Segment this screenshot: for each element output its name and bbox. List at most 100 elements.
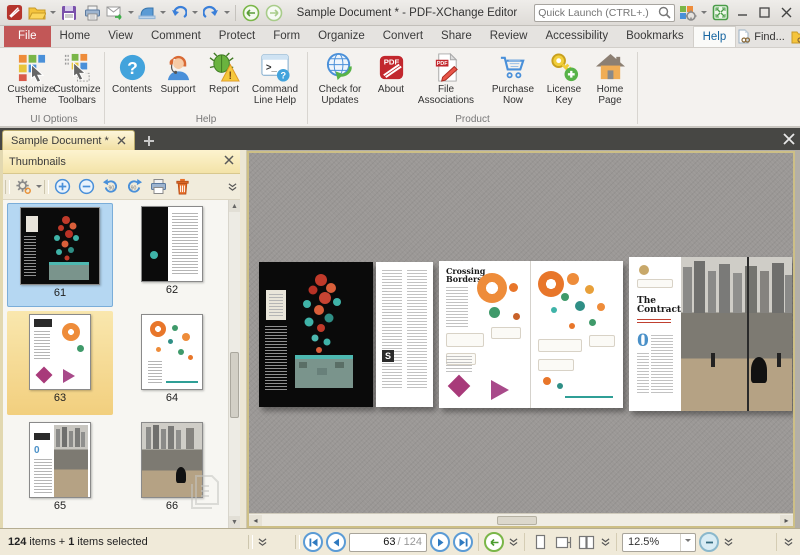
tab-help[interactable]: Help: [693, 26, 737, 47]
flatten-dropdown-caret[interactable]: [160, 11, 166, 17]
tab-protect[interactable]: Protect: [210, 26, 264, 47]
tab-file[interactable]: File: [4, 26, 51, 47]
document-canvas[interactable]: S Crossing Borders: [249, 153, 793, 513]
scroll-left-arrow[interactable]: ◂: [249, 515, 262, 526]
tab-bookmarks[interactable]: Bookmarks: [617, 26, 693, 47]
customize-toolbars-button[interactable]: Customize Toolbars: [54, 51, 100, 106]
next-page-button[interactable]: [430, 532, 450, 552]
purchase-now-button[interactable]: Purchase Now: [485, 51, 541, 106]
zoom-level-select[interactable]: 12.5%: [622, 533, 696, 552]
zoom-out-thumbnails-button[interactable]: [75, 177, 97, 197]
maximize-button[interactable]: [755, 3, 774, 23]
ui-options-button[interactable]: [678, 3, 698, 23]
close-window-button[interactable]: [777, 3, 796, 23]
page-text[interactable]: S: [376, 262, 433, 407]
rotate-cw-button[interactable]: 90: [123, 177, 145, 197]
zoom-options-chevron[interactable]: [722, 534, 734, 550]
customize-theme-button[interactable]: Customize Theme: [8, 51, 54, 106]
open-dropdown-caret[interactable]: [50, 11, 56, 17]
zoom-in-thumbnails-button[interactable]: [51, 177, 73, 197]
single-page-view-button[interactable]: [530, 532, 550, 552]
scroll-right-arrow[interactable]: ▸: [780, 515, 793, 526]
quick-launch-input[interactable]: [538, 7, 658, 19]
page-number-input[interactable]: 63 / 124: [349, 533, 427, 552]
tab-organize[interactable]: Organize: [309, 26, 374, 47]
save-button[interactable]: [59, 3, 79, 23]
two-page-view-button[interactable]: [576, 532, 596, 552]
thumbnail-item-64[interactable]: 64: [119, 311, 225, 415]
options-dropdown-caret[interactable]: [36, 185, 42, 191]
thumbnail-item-62[interactable]: 62: [119, 203, 225, 307]
scrollbar-thumb[interactable]: [230, 352, 239, 418]
thumbnail-item-65[interactable]: 0 65: [7, 419, 113, 523]
license-key-button[interactable]: License Key: [541, 51, 587, 106]
last-page-button[interactable]: [453, 532, 473, 552]
scroll-up-arrow[interactable]: ▲: [229, 200, 240, 212]
email-dropdown-caret[interactable]: [128, 11, 134, 17]
document-tab-close-icon[interactable]: [117, 136, 126, 145]
more-tools-chevron[interactable]: [226, 179, 238, 195]
scroll-down-arrow[interactable]: ▼: [229, 516, 240, 528]
thumbnail-options-button[interactable]: [12, 177, 34, 197]
zoom-out-button[interactable]: [699, 532, 719, 552]
tab-accessibility[interactable]: Accessibility: [536, 26, 617, 47]
ui-options-dropdown-caret[interactable]: [701, 11, 707, 17]
report-button[interactable]: ! Report: [201, 51, 247, 95]
minimize-button[interactable]: [733, 3, 752, 23]
email-button[interactable]: [105, 3, 125, 23]
tab-view[interactable]: View: [99, 26, 142, 47]
search-button[interactable]: Search...: [791, 30, 800, 44]
contents-button[interactable]: ? Contents: [109, 51, 155, 95]
thumbnail-item-63[interactable]: 63: [7, 311, 113, 415]
previous-page-button[interactable]: [326, 532, 346, 552]
support-button[interactable]: Support: [155, 51, 201, 95]
about-button[interactable]: PDF About: [368, 51, 414, 95]
previous-view-button[interactable]: [241, 3, 261, 23]
flatten-button[interactable]: [137, 3, 157, 23]
undo-button[interactable]: [169, 3, 189, 23]
page-spread-the-contract[interactable]: The Contract 0: [629, 257, 792, 411]
zoom-dropdown-caret[interactable]: [680, 534, 695, 551]
thumbnails-scrollbar[interactable]: ▲ ▼: [228, 200, 240, 528]
new-tab-button[interactable]: [139, 132, 159, 150]
tab-comment[interactable]: Comment: [142, 26, 210, 47]
expand-toolbar-chevron[interactable]: [256, 534, 268, 550]
scrollbar-thumb[interactable]: [497, 516, 537, 525]
redo-button[interactable]: [201, 3, 221, 23]
command-line-help-button[interactable]: >_? Command Line Help: [247, 51, 303, 106]
tab-home[interactable]: Home: [51, 26, 100, 47]
tab-convert[interactable]: Convert: [374, 26, 432, 47]
fullscreen-button[interactable]: [710, 3, 730, 23]
first-page-button[interactable]: [303, 532, 323, 552]
layout-options-chevron[interactable]: [599, 534, 611, 550]
tab-form[interactable]: Form: [264, 26, 309, 47]
print-thumbnails-button[interactable]: [147, 177, 169, 197]
fit-page-view-button[interactable]: [553, 532, 573, 552]
delete-pages-button[interactable]: [171, 177, 193, 197]
horizontal-scrollbar[interactable]: ◂ ▸: [249, 513, 793, 526]
page-spread-dark[interactable]: [259, 262, 373, 407]
tab-review[interactable]: Review: [481, 26, 537, 47]
close-document-button[interactable]: [778, 130, 800, 148]
print-button[interactable]: [82, 3, 102, 23]
close-panel-button[interactable]: [224, 155, 234, 168]
app-menu-button[interactable]: [4, 3, 24, 23]
rotate-ccw-button[interactable]: 90: [99, 177, 121, 197]
home-page-button[interactable]: Home Page: [587, 51, 633, 106]
open-button[interactable]: [27, 3, 47, 23]
tab-share[interactable]: Share: [432, 26, 481, 47]
redo-dropdown-caret[interactable]: [224, 11, 230, 17]
file-associations-button[interactable]: PDF File Associations: [414, 51, 478, 106]
next-view-button[interactable]: [264, 3, 284, 23]
panel-splitter[interactable]: [240, 150, 247, 528]
undo-dropdown-caret[interactable]: [192, 11, 198, 17]
check-for-updates-button[interactable]: Check for Updates: [312, 51, 368, 106]
document-tab-active[interactable]: Sample Document *: [2, 130, 135, 150]
thumbnail-item-61[interactable]: 61: [7, 203, 113, 307]
find-button[interactable]: Find...: [736, 29, 785, 44]
previous-view-button[interactable]: [484, 532, 504, 552]
view-history-chevron[interactable]: [507, 534, 519, 550]
panes-chevron[interactable]: [782, 534, 794, 550]
toolbar-grip[interactable]: [5, 180, 10, 194]
quick-launch-box[interactable]: [534, 4, 675, 22]
